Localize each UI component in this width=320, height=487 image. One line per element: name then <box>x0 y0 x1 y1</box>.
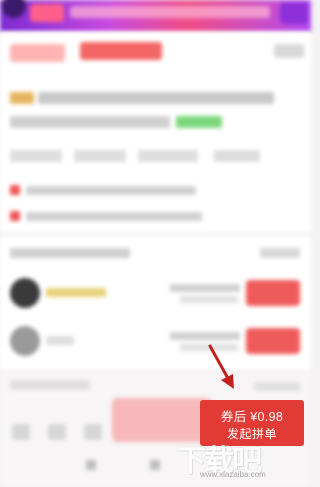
coupon-price-label: 券后 ¥0.98 <box>220 410 284 424</box>
red-arrow-icon <box>208 344 234 389</box>
section-more-link[interactable] <box>254 382 300 391</box>
service-chip <box>138 150 198 162</box>
group-row <box>0 274 311 314</box>
group-row <box>0 322 311 362</box>
group-countdown <box>180 296 238 303</box>
service-text <box>26 212 202 221</box>
service-icon <box>10 211 20 221</box>
group-buy-more-link[interactable] <box>260 248 300 258</box>
promo-badge <box>30 4 64 22</box>
join-group-button[interactable] <box>246 328 300 354</box>
app-logo <box>2 0 26 18</box>
service-row[interactable] <box>10 184 210 198</box>
group-user-name <box>46 336 74 345</box>
service-text <box>26 186 196 195</box>
avatar <box>10 278 40 308</box>
service-chip <box>10 150 62 162</box>
service-icon <box>10 185 20 195</box>
service-chip <box>74 150 126 162</box>
menu-icon[interactable] <box>86 460 96 470</box>
top-promo-banner <box>0 0 311 32</box>
service-chip-row <box>0 150 311 170</box>
service-chip <box>214 150 260 162</box>
share-button[interactable] <box>274 44 304 58</box>
group-info <box>170 284 240 292</box>
product-title-badge <box>10 92 34 104</box>
group-buy-heading <box>10 248 130 258</box>
group-info <box>170 332 240 340</box>
product-title-tag <box>176 116 222 128</box>
group-buy-card <box>0 236 311 370</box>
product-info-card <box>0 32 311 232</box>
group-user-name <box>46 288 106 297</box>
avatar <box>10 326 40 356</box>
chat-icon[interactable] <box>48 424 66 440</box>
section-heading <box>10 380 90 390</box>
store-icon[interactable] <box>12 424 30 440</box>
product-price <box>10 44 65 62</box>
promo-action-button[interactable] <box>280 2 308 24</box>
favorite-icon[interactable] <box>84 424 102 440</box>
promo-text-placeholder <box>70 6 270 18</box>
product-title-line <box>38 92 274 104</box>
service-row[interactable] <box>10 210 210 224</box>
site-watermark: 下载吧 www.xiazaiba.com <box>176 436 306 479</box>
coupon-tag[interactable] <box>80 42 162 60</box>
join-group-button[interactable] <box>246 280 300 306</box>
watermark-url: www.xiazaiba.com <box>200 470 266 479</box>
home-icon[interactable] <box>150 460 160 470</box>
product-title-line <box>10 116 170 128</box>
